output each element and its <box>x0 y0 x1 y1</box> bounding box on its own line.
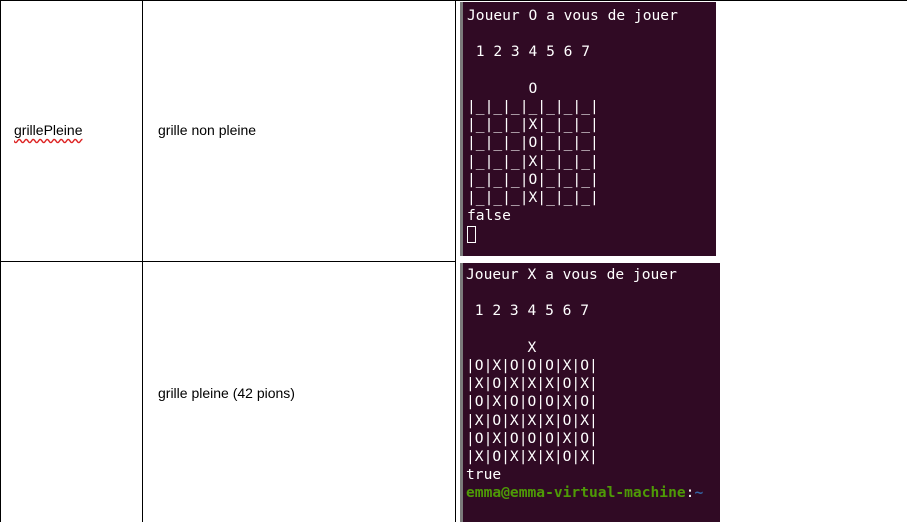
case-description-cell: grille pleine (42 pions) <box>158 385 295 401</box>
grid-row: |O|X|O|O|O|X|O| <box>466 393 598 411</box>
grid-row: |X|O|X|X|X|O|X| <box>466 411 598 429</box>
grid-row: |_|_|_|X|_|_|_| <box>467 152 599 170</box>
cursor-line <box>467 225 716 244</box>
case-description-cell: grille non pleine <box>158 122 257 138</box>
grid-row: |_|_|_|O|_|_|_| <box>467 170 599 188</box>
terminal-line: Joueur O a vous de jouer <box>467 7 678 24</box>
grid-row: |_|_|_|O|_|_|_| <box>467 134 599 152</box>
result-line: true <box>466 466 502 484</box>
table-border-col2 <box>455 0 456 522</box>
grid-row: |_|_|_|_|_|_|_| <box>467 97 599 115</box>
terminal-cursor <box>467 226 476 244</box>
terminal-edge-2 <box>460 263 463 522</box>
table-border-top <box>0 0 907 1</box>
terminal-output-1: Joueur O a vous de jouer 1 2 3 4 5 6 7 O… <box>460 2 716 256</box>
result-line: false <box>467 207 511 225</box>
table-border-row <box>0 261 455 262</box>
grid-row: |X|O|X|X|X|O|X| <box>466 375 598 393</box>
terminal-edge-1 <box>460 2 463 256</box>
grid-row: |O|X|O|O|O|X|O| <box>466 429 598 447</box>
terminal-line: 1 2 3 4 5 6 7 <box>466 302 590 320</box>
terminal-output-2: Joueur X a vous de jouer 1 2 3 4 5 6 7 X… <box>460 263 720 522</box>
function-name-cell: grillePleine <box>14 122 83 138</box>
shell-prompt: emma@emma-virtual-machine:~ <box>466 484 720 502</box>
prompt-path: ~ <box>694 484 704 502</box>
terminal-line: O <box>467 79 538 97</box>
terminal-line: Joueur X a vous de jouer <box>466 266 677 283</box>
terminal-line: 1 2 3 4 5 6 7 <box>467 43 591 61</box>
grid-row: |O|X|O|O|O|X|O| <box>466 356 598 374</box>
grid-row: |_|_|_|X|_|_|_| <box>467 188 599 206</box>
terminal-line: X <box>466 338 537 356</box>
prompt-user: emma@emma-virtual-machine <box>466 484 686 502</box>
grid-row: |X|O|X|X|X|O|X| <box>466 447 598 465</box>
grid-row: |_|_|_|X|_|_|_| <box>467 116 599 134</box>
